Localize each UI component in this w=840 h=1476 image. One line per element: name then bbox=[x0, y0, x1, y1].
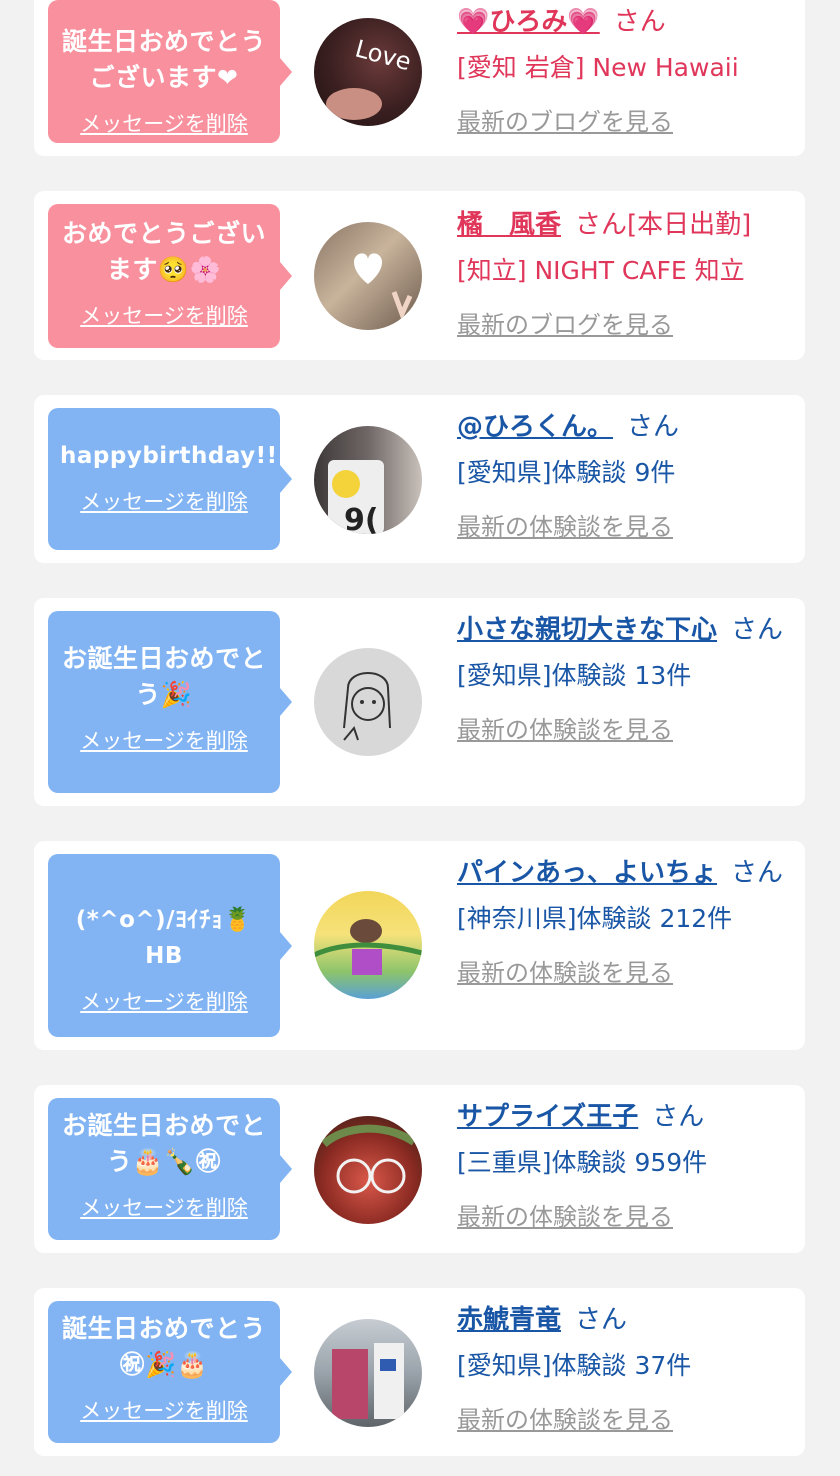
avatar-photo-icon: 9( bbox=[328, 460, 384, 534]
honorific: さん bbox=[627, 412, 680, 442]
user-meta: [愛知県]体験談 9件 bbox=[457, 458, 676, 487]
status-badge: [本日出勤] bbox=[627, 210, 752, 240]
message-bubble: (*^o^)/ﾖｲﾁｮ🍍 HB メッセージを削除 bbox=[48, 854, 292, 1037]
latest-experience-link[interactable]: 最新の体験談を見る bbox=[457, 953, 673, 988]
avatar-photo-icon: Love bbox=[326, 34, 414, 120]
latest-experience-link[interactable]: 最新の体験談を見る bbox=[457, 1400, 673, 1435]
message-text: おめでとうございます🥺🌸 bbox=[61, 219, 266, 284]
user-avatar[interactable] bbox=[314, 891, 422, 999]
message-text: お誕生日おめでとう🎉 bbox=[61, 644, 266, 709]
delete-message-link[interactable]: メッセージを削除 bbox=[60, 108, 268, 138]
delete-message-link[interactable]: メッセージを削除 bbox=[60, 986, 268, 1016]
message-card: happybirthday!! メッセージを削除 9( @ひろくん。 さん [愛知… bbox=[34, 395, 805, 563]
user-info: サプライズ王子 さん [三重県]体験談 959件 最新の体験談を見る bbox=[457, 1097, 792, 1232]
user-info: 橘 風香 さん[本日出勤] [知立] NIGHT CAFE 知立 最新のブログを見… bbox=[457, 205, 792, 340]
honorific: さん bbox=[613, 7, 666, 37]
honorific: さん bbox=[731, 858, 784, 888]
message-card: 誕生日おめでとう㊗🎉🎂 メッセージを削除 赤鯱青竜 さん [愛知県]体験談 37件… bbox=[34, 1288, 805, 1456]
message-text: happybirthday!! bbox=[60, 443, 278, 469]
user-avatar[interactable] bbox=[314, 222, 422, 330]
message-card: お誕生日おめでとう🎂🍾㊗ メッセージを削除 サプライズ王子 さん [三重県]体験談… bbox=[34, 1085, 805, 1253]
delete-message-link[interactable]: メッセージを削除 bbox=[60, 725, 268, 755]
message-bubble: 誕生日おめでとう㊗🎉🎂 メッセージを削除 bbox=[48, 1301, 292, 1443]
message-bubble: おめでとうございます🥺🌸 メッセージを削除 bbox=[48, 204, 292, 348]
user-meta: [神奈川県]体験談 212件 bbox=[457, 904, 733, 933]
user-avatar[interactable] bbox=[314, 1116, 422, 1224]
delete-message-link[interactable]: メッセージを削除 bbox=[60, 486, 268, 516]
user-name-link[interactable]: サプライズ王子 bbox=[457, 1102, 638, 1132]
avatar-photo-icon bbox=[321, 1124, 417, 1194]
user-info: 💗ひろみ💗 さん [愛知 岩倉] New Hawaii 最新のブログを見る bbox=[457, 2, 792, 137]
avatar-photo-icon bbox=[354, 253, 413, 321]
user-info: パインあっ、よいちょ さん [神奈川県]体験談 212件 最新の体験談を見る bbox=[457, 853, 792, 988]
user-name-link[interactable]: 橘 風香 bbox=[457, 210, 561, 240]
user-meta: [知立] NIGHT CAFE 知立 bbox=[457, 256, 745, 285]
user-name-link[interactable]: 赤鯱青竜 bbox=[457, 1305, 561, 1335]
message-bubble: happybirthday!! メッセージを削除 bbox=[48, 408, 292, 550]
user-info: 赤鯱青竜 さん [愛知県]体験談 37件 最新の体験談を見る bbox=[457, 1300, 792, 1435]
message-bubble: お誕生日おめでとう🎉 メッセージを削除 bbox=[48, 611, 292, 793]
delete-message-link[interactable]: メッセージを削除 bbox=[60, 1192, 268, 1222]
latest-experience-link[interactable]: 最新の体験談を見る bbox=[457, 507, 673, 542]
delete-message-link[interactable]: メッセージを削除 bbox=[60, 1395, 268, 1425]
message-text: 誕生日おめでとう㊗🎉🎂 bbox=[61, 1314, 266, 1379]
message-text: (*^o^)/ﾖｲﾁｮ🍍 HB bbox=[75, 907, 253, 969]
user-info: @ひろくん。 さん [愛知県]体験談 9件 最新の体験談を見る bbox=[457, 407, 792, 542]
svg-text:9(: 9( bbox=[344, 503, 379, 534]
honorific: さん bbox=[575, 1305, 628, 1335]
message-text: 誕生日おめでとうございます❤ bbox=[61, 27, 266, 92]
user-name-link[interactable]: @ひろくん。 bbox=[457, 412, 613, 442]
user-meta: [愛知 岩倉] New Hawaii bbox=[457, 53, 739, 82]
user-avatar[interactable] bbox=[314, 648, 422, 756]
user-avatar[interactable]: 9( bbox=[314, 426, 422, 534]
user-avatar[interactable]: Love bbox=[314, 18, 422, 126]
message-card: おめでとうございます🥺🌸 メッセージを削除 橘 風香 さん[本日出勤] [知立] … bbox=[34, 191, 805, 360]
message-card: 誕生日おめでとうございます❤ メッセージを削除 Love 💗ひろみ💗 さん [愛知… bbox=[34, 0, 805, 156]
user-avatar[interactable] bbox=[314, 1319, 422, 1427]
user-meta: [愛知県]体験談 37件 bbox=[457, 1351, 692, 1380]
latest-blog-link[interactable]: 最新のブログを見る bbox=[457, 305, 673, 340]
avatar-photo-icon bbox=[332, 1343, 404, 1419]
latest-blog-link[interactable]: 最新のブログを見る bbox=[457, 102, 673, 137]
avatar-sketch-icon bbox=[343, 672, 391, 741]
message-bubble: お誕生日おめでとう🎂🍾㊗ メッセージを削除 bbox=[48, 1098, 292, 1240]
user-meta: [愛知県]体験談 13件 bbox=[457, 661, 692, 690]
delete-message-link[interactable]: メッセージを削除 bbox=[60, 300, 268, 330]
message-card: お誕生日おめでとう🎉 メッセージを削除 小さな親切大きな下心 さん [愛知県]体験… bbox=[34, 598, 805, 806]
user-info: 小さな親切大きな下心 さん [愛知県]体験談 13件 最新の体験談を見る bbox=[457, 610, 792, 745]
latest-experience-link[interactable]: 最新の体験談を見る bbox=[457, 710, 673, 745]
user-name-link[interactable]: パインあっ、よいちょ bbox=[457, 858, 717, 888]
honorific: さん bbox=[731, 615, 784, 645]
honorific: さん bbox=[575, 210, 628, 240]
latest-experience-link[interactable]: 最新の体験談を見る bbox=[457, 1197, 673, 1232]
message-card: (*^o^)/ﾖｲﾁｮ🍍 HB メッセージを削除 パインあっ、よいちょ さん [神… bbox=[34, 841, 805, 1050]
avatar-drawing-icon bbox=[314, 919, 422, 975]
message-bubble: 誕生日おめでとうございます❤ メッセージを削除 bbox=[48, 0, 292, 143]
svg-text:Love: Love bbox=[352, 34, 414, 76]
message-text: お誕生日おめでとう🎂🍾㊗ bbox=[61, 1111, 266, 1176]
user-name-link[interactable]: 小さな親切大きな下心 bbox=[457, 615, 717, 645]
honorific: さん bbox=[652, 1102, 705, 1132]
user-name-link[interactable]: 💗ひろみ💗 bbox=[457, 7, 600, 37]
user-meta: [三重県]体験談 959件 bbox=[457, 1148, 708, 1177]
